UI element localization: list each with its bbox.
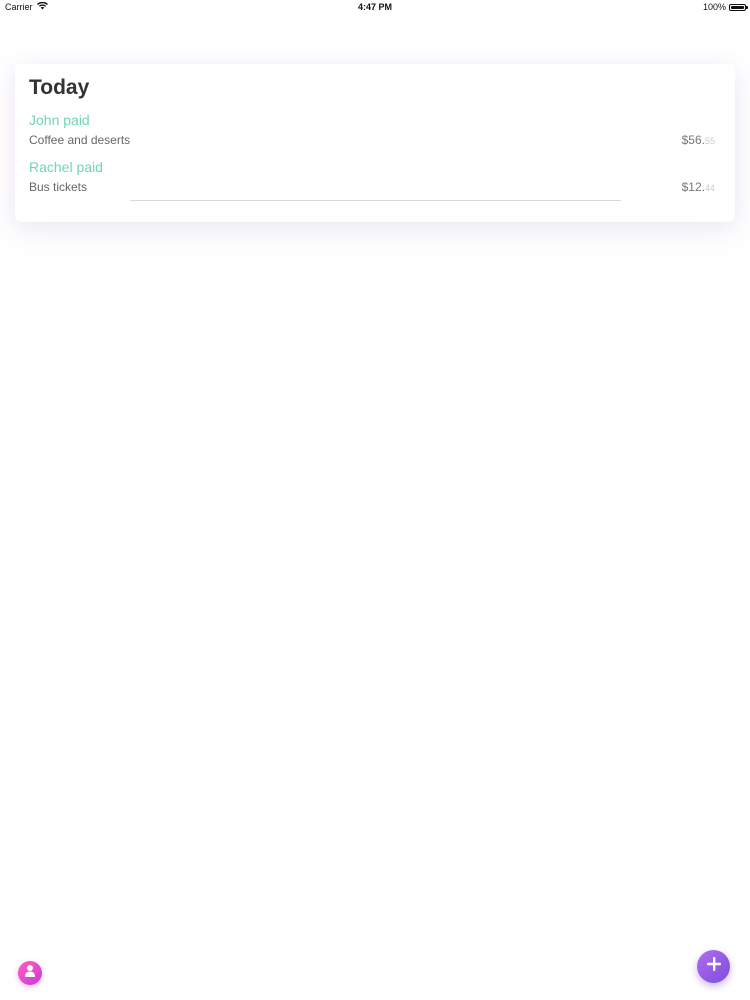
status-right: 100% bbox=[702, 2, 748, 12]
transaction-payer[interactable]: John paid bbox=[29, 112, 90, 128]
divider bbox=[130, 200, 621, 201]
status-bar: Carrier 4:47 PM 100% bbox=[0, 0, 750, 14]
card-title: Today bbox=[29, 76, 90, 99]
transaction-description: Coffee and deserts bbox=[29, 133, 131, 147]
battery-icon bbox=[729, 3, 748, 11]
transaction-payer[interactable]: Rachel paid bbox=[29, 159, 103, 175]
amount-main: $12. bbox=[681, 180, 705, 194]
transaction-amount: $56.55 bbox=[682, 133, 715, 147]
profile-button[interactable] bbox=[18, 961, 42, 985]
add-button[interactable] bbox=[697, 950, 730, 983]
app-screen: Carrier 4:47 PM 100% Today John paid Cof… bbox=[0, 0, 750, 1000]
status-time: 4:47 PM bbox=[357, 2, 392, 12]
transaction-amount: $12.44 bbox=[682, 180, 715, 194]
amount-cents: 55 bbox=[704, 136, 715, 146]
person-icon bbox=[24, 964, 36, 983]
plus-icon bbox=[706, 957, 721, 976]
transaction-description: Bus tickets bbox=[29, 180, 88, 194]
amount-cents: 44 bbox=[704, 183, 715, 193]
amount-main: $56. bbox=[681, 133, 705, 147]
today-card: Today John paid Coffee and deserts $56.5… bbox=[15, 64, 735, 222]
battery-percent: 100% bbox=[702, 2, 726, 12]
